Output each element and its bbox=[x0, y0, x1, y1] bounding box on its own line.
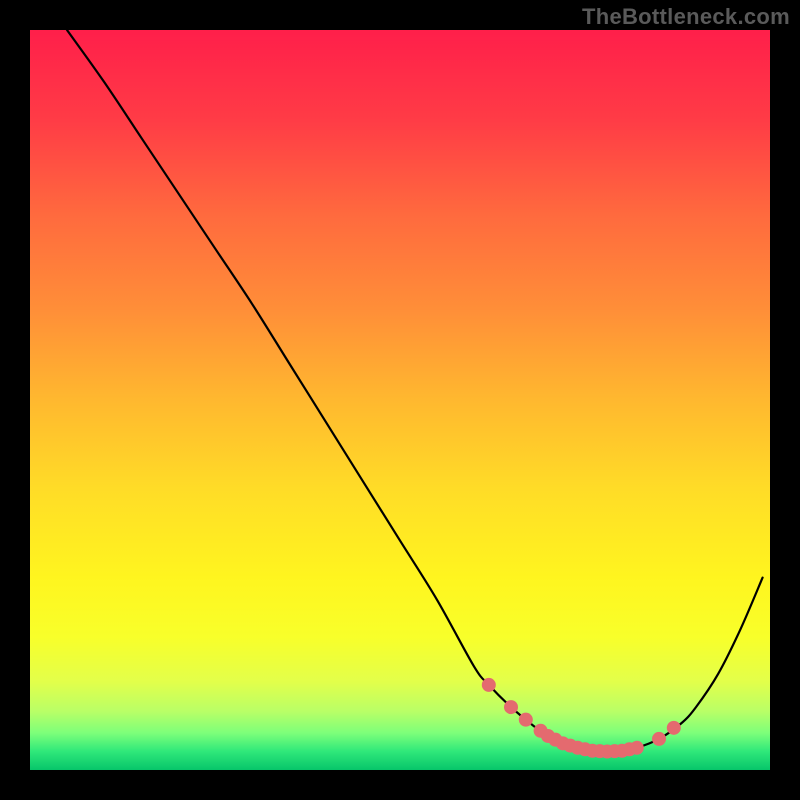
plot-background bbox=[30, 30, 770, 770]
watermark-text: TheBottleneck.com bbox=[582, 4, 790, 30]
bottom-marker-dot bbox=[504, 700, 518, 714]
chart-frame: TheBottleneck.com bbox=[0, 0, 800, 800]
bottom-marker-dot bbox=[519, 713, 533, 727]
bottom-marker-dot bbox=[630, 741, 644, 755]
bottom-marker-dot bbox=[482, 678, 496, 692]
bottom-marker-dot bbox=[667, 721, 681, 735]
bottleneck-chart bbox=[30, 30, 770, 770]
bottom-marker-dot bbox=[652, 732, 666, 746]
